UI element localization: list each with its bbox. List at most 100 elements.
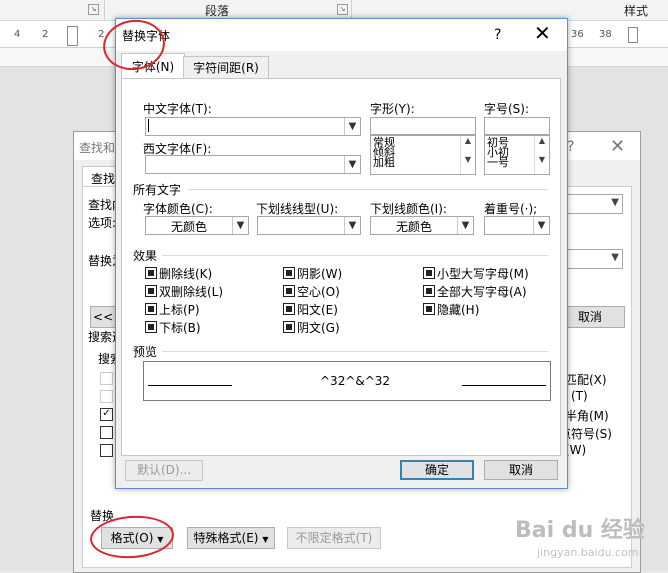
- ribbon-divider: [351, 0, 352, 20]
- special-format-button-label: 特殊格式(E): [193, 531, 259, 545]
- effects-section-label: 效果: [133, 249, 158, 263]
- checkbox-label: 下标(B): [159, 321, 201, 335]
- watermark-logo: Bai du 经验: [515, 518, 645, 543]
- preview-baseline: [148, 385, 232, 386]
- sounds-like-checkbox[interactable]: [100, 426, 113, 439]
- chevron-down-icon: ▼: [344, 156, 360, 173]
- option-label: (W): [565, 443, 587, 457]
- checkbox-box[interactable]: [283, 285, 295, 297]
- chinese-font-select[interactable]: ▼: [145, 117, 361, 136]
- text-cursor: [148, 119, 149, 132]
- paragraph-group-label: 段落: [205, 4, 230, 18]
- chevron-down-icon: ▼: [533, 217, 549, 234]
- checkbox-label: 空心(O): [297, 285, 340, 299]
- checkbox-label: 阴影(W): [297, 267, 343, 281]
- checkbox-label: 全部大写字母(A): [437, 285, 527, 299]
- whole-word-checkbox[interactable]: [100, 390, 113, 403]
- default-button[interactable]: 默认(D)...: [125, 460, 203, 481]
- cancel-button[interactable]: 取消: [484, 460, 558, 480]
- option-label: 匹配(X): [565, 373, 607, 387]
- emphasis-mark-label: 着重号(·);: [484, 202, 538, 216]
- special-format-button[interactable]: 特殊格式(E) ▼: [187, 527, 275, 549]
- font-size-input[interactable]: [484, 117, 550, 135]
- font-size-list[interactable]: 初号 小初 一号 ▲ ▼: [484, 135, 550, 175]
- ruler-mark: 4: [14, 29, 21, 40]
- ruler-mark: 36: [571, 29, 584, 40]
- checkbox-box[interactable]: [145, 303, 157, 315]
- preview-baseline: [462, 385, 546, 386]
- font-style-input[interactable]: [370, 117, 476, 135]
- close-icon[interactable]: ✕: [534, 23, 551, 43]
- watermark-url: jingyan.baidu.com: [537, 546, 639, 559]
- checkbox-box[interactable]: [145, 321, 157, 333]
- options-label: 选项:: [88, 216, 117, 230]
- underline-color-value: 无颜色: [395, 220, 432, 234]
- chinese-font-label: 中文字体(T):: [143, 102, 212, 116]
- match-case-checkbox[interactable]: [100, 372, 113, 385]
- checkbox-box[interactable]: [423, 267, 435, 279]
- preview-text: ^32^&^32: [320, 374, 391, 388]
- paragraph-group-launcher-icon[interactable]: ↘: [337, 4, 348, 15]
- chevron-down-icon: ▼: [262, 535, 269, 544]
- font-style-label: 字形(Y):: [370, 102, 415, 116]
- ribbon-divider: [104, 0, 105, 20]
- all-text-section-label: 所有文字: [133, 183, 182, 197]
- font-style-list[interactable]: 常规 倾斜 加粗 ▲ ▼: [370, 135, 476, 175]
- close-icon[interactable]: ✕: [610, 136, 625, 157]
- underline-style-select[interactable]: ▼: [257, 216, 361, 235]
- checkbox-box[interactable]: [423, 285, 435, 297]
- checkbox-label: 隐藏(H): [437, 303, 480, 317]
- checkbox-label: 阴文(G): [297, 321, 340, 335]
- tab-character-spacing[interactable]: 字符间距(R): [183, 56, 269, 79]
- scrollbar[interactable]: ▲ ▼: [460, 136, 475, 174]
- checkbox-label: 双删除线(L): [159, 285, 224, 299]
- chevron-down-icon: ▼: [232, 217, 248, 234]
- option-label: (T): [571, 389, 588, 403]
- checkbox-label: 删除线(K): [159, 267, 213, 281]
- chevron-down-icon[interactable]: ▼: [535, 155, 549, 164]
- indent-marker-icon[interactable]: [67, 26, 78, 46]
- checkbox-box[interactable]: [145, 285, 157, 297]
- all-forms-checkbox[interactable]: [100, 444, 113, 457]
- scrollbar[interactable]: ▲ ▼: [534, 136, 549, 174]
- chevron-down-icon: ▼: [344, 118, 360, 135]
- font-color-select[interactable]: 无颜色 ▼: [145, 216, 249, 235]
- checkbox-box[interactable]: [423, 303, 435, 315]
- section-divider: [162, 351, 548, 352]
- help-icon[interactable]: ?: [567, 139, 574, 155]
- help-icon[interactable]: ?: [494, 27, 501, 43]
- font-size-label: 字号(S):: [484, 102, 530, 116]
- right-indent-marker-icon[interactable]: [628, 27, 638, 43]
- chevron-down-icon: ▼: [611, 197, 619, 208]
- font-group-launcher-icon[interactable]: ↘: [88, 4, 99, 15]
- underline-color-select[interactable]: 无颜色 ▼: [370, 216, 474, 235]
- chevron-up-icon[interactable]: ▲: [535, 136, 549, 145]
- chevron-up-icon[interactable]: ▲: [461, 136, 475, 145]
- underline-style-label: 下划线线型(U):: [256, 202, 339, 216]
- no-formatting-button[interactable]: 不限定格式(T): [287, 527, 381, 549]
- styles-group-label: 样式: [624, 4, 649, 18]
- ruler-mark: 2: [42, 29, 49, 40]
- checkbox-box[interactable]: [283, 303, 295, 315]
- font-color-value: 无颜色: [170, 220, 207, 234]
- checkbox-label: 阳文(E): [297, 303, 338, 317]
- western-font-select[interactable]: ▼: [145, 155, 361, 174]
- checkbox-box[interactable]: [283, 321, 295, 333]
- ok-button[interactable]: 确定: [400, 460, 474, 480]
- chevron-down-icon: ▼: [611, 252, 619, 263]
- section-divider: [188, 189, 548, 190]
- ruler-mark: 38: [599, 29, 612, 40]
- replace-font-dialog: 替换字体 ? ✕ 字体(N) 字符间距(R) 中文字体(T): ▼ 西文字体(F…: [115, 18, 568, 489]
- checkbox-box[interactable]: [145, 267, 157, 279]
- preview-section-label: 预览: [133, 345, 158, 359]
- checkbox-box[interactable]: [283, 267, 295, 279]
- underline-color-label: 下划线颜色(I):: [370, 202, 447, 216]
- checkbox-label: 小型大写字母(M): [437, 267, 529, 281]
- chevron-down-icon[interactable]: ▼: [461, 155, 475, 164]
- preview-box: ^32^&^32: [143, 361, 551, 401]
- section-divider: [162, 255, 548, 256]
- wildcard-checkbox[interactable]: ✓: [100, 408, 113, 421]
- chevron-down-icon: ▼: [457, 217, 473, 234]
- font-color-label: 字体颜色(C):: [143, 202, 213, 216]
- emphasis-mark-select[interactable]: ▼: [484, 216, 550, 235]
